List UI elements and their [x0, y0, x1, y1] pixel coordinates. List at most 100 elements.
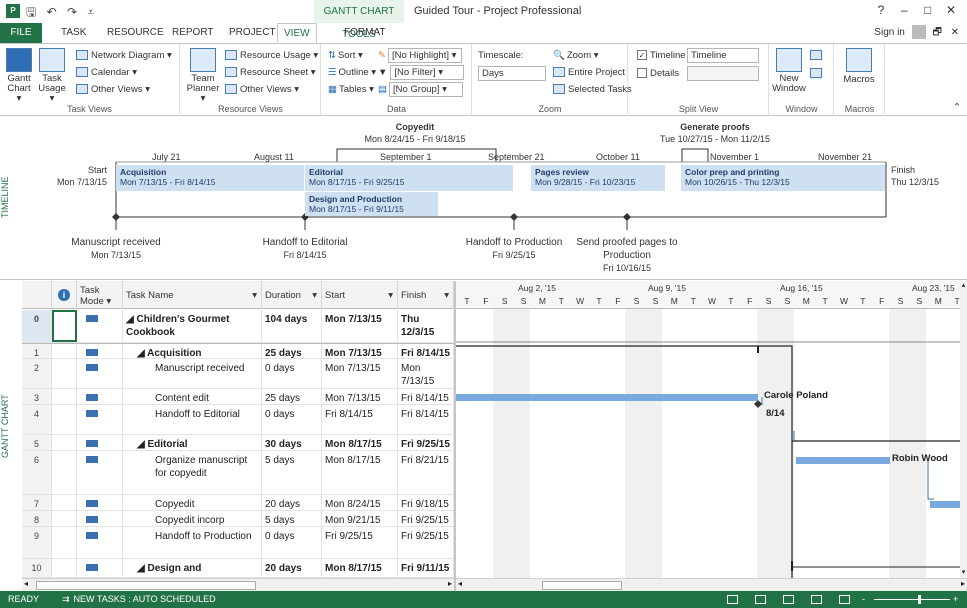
highlight-dropdown[interactable]: ✎ [No Highlight] ▾: [378, 48, 462, 63]
scroll-left-icon[interactable]: ◂: [458, 579, 462, 588]
task-usage-button[interactable]: Task Usage ▾: [38, 48, 66, 104]
chart-scroll-thumb[interactable]: [542, 581, 622, 590]
redo-icon[interactable]: ↷: [67, 5, 77, 19]
scroll-down-icon[interactable]: ▾: [960, 568, 967, 576]
timeline-bar-pages-review[interactable]: Pages review Mon 9/28/15 - Fri 10/23/15: [531, 165, 665, 191]
header-start[interactable]: Start ▾: [322, 281, 398, 309]
resource-sheet-button[interactable]: Resource Sheet ▾: [225, 67, 316, 78]
timeline-bar-editorial[interactable]: Editorial Mon 8/17/15 - Fri 9/25/15: [305, 165, 513, 191]
table-row[interactable]: 7 Copyedit 20 days Mon 8/24/15 Fri 9/18/…: [22, 495, 454, 511]
entire-project-button[interactable]: Entire Project: [553, 67, 625, 78]
timeline-view-dropdown[interactable]: Timeline: [687, 48, 759, 63]
table-row[interactable]: 4 Handoff to Editorial 0 days Fri 8/14/1…: [22, 405, 454, 435]
table-row[interactable]: 8 Copyedit incorp 5 days Mon 9/21/15 Fri…: [22, 511, 454, 527]
header-task-name[interactable]: Task Name ▾: [123, 281, 262, 309]
view-resource-sheet-icon[interactable]: [811, 591, 825, 608]
tab-format[interactable]: FORMAT: [338, 23, 391, 43]
tab-task[interactable]: TASK: [55, 23, 92, 43]
scroll-left-icon[interactable]: ◂: [24, 579, 28, 588]
restore-button[interactable]: □: [918, 3, 938, 17]
scroll-right-icon[interactable]: ▸: [961, 579, 965, 588]
zoom-out-button[interactable]: -: [862, 591, 865, 608]
scroll-up-icon[interactable]: ▴: [960, 281, 967, 289]
task-bar-organize[interactable]: [796, 457, 890, 464]
tab-report[interactable]: REPORT: [166, 23, 220, 43]
timeline-bar-design[interactable]: Design and Production Mon 8/17/15 - Fri …: [305, 192, 438, 216]
tab-resource[interactable]: RESOURCE: [101, 23, 170, 43]
avatar[interactable]: [911, 25, 926, 40]
macros-button[interactable]: Macros: [839, 48, 879, 85]
header-finish[interactable]: Finish ▾: [398, 281, 454, 309]
chart-horizontal-scrollbar[interactable]: ◂ ▸: [456, 578, 967, 591]
collapse-ribbon-icon[interactable]: ⌃: [953, 102, 961, 113]
gantt-vertical-scrollbar[interactable]: ▴ ▾: [960, 281, 967, 578]
scroll-right-icon[interactable]: ▸: [448, 579, 452, 588]
customize-qat-icon[interactable]: ⩡: [87, 5, 94, 19]
header-info[interactable]: i: [52, 281, 77, 309]
sign-in-link[interactable]: Sign in: [874, 27, 905, 38]
group-dropdown[interactable]: ▤ [No Group] ▾: [378, 82, 463, 97]
sort-dropdown-icon[interactable]: ▾: [388, 290, 393, 301]
view-task-usage-icon[interactable]: [755, 591, 769, 608]
other-task-views-button[interactable]: Other Views ▾: [76, 84, 150, 95]
tab-project[interactable]: PROJECT: [223, 23, 282, 43]
view-team-planner-icon[interactable]: [783, 591, 797, 608]
table-row[interactable]: 3 Content edit 25 days Mon 7/13/15 Fri 8…: [22, 389, 454, 405]
view-gantt-icon[interactable]: [727, 591, 741, 608]
timeline-checkbox[interactable]: ✓ Timeline: [637, 50, 686, 61]
close-doc-icon[interactable]: ✕: [951, 27, 959, 38]
table-row[interactable]: 9 Handoff to Production 0 days Fri 9/25/…: [22, 527, 454, 559]
tab-view[interactable]: VIEW: [277, 23, 317, 43]
sort-dropdown-icon[interactable]: ▾: [444, 290, 449, 301]
close-button[interactable]: ✕: [941, 3, 961, 17]
table-scroll-thumb[interactable]: [36, 581, 256, 590]
hide-window-icon[interactable]: [810, 68, 825, 79]
task-bar-copyedit[interactable]: [930, 501, 960, 508]
zoom-button[interactable]: 🔍 Zoom ▾: [553, 50, 599, 61]
selected-tasks-button[interactable]: Selected Tasks: [553, 84, 632, 95]
tables-button[interactable]: ▦ Tables ▾: [328, 84, 374, 95]
table-row[interactable]: 0 ◢ Children's Gourmet Cookbook 104 days…: [22, 310, 454, 343]
outline-button[interactable]: ☰ Outline ▾: [328, 67, 376, 78]
gantt-chart-button[interactable]: Gantt Chart ▾: [6, 48, 32, 104]
timeline-bar-color-prep[interactable]: Color prep and printing Mon 10/26/15 - T…: [681, 165, 885, 191]
new-window-button[interactable]: New Window: [772, 48, 806, 94]
table-horizontal-scrollbar[interactable]: ◂ ▸: [22, 578, 454, 591]
timescale-dropdown[interactable]: Days: [478, 66, 546, 81]
other-resource-views-button[interactable]: Other Views ▾: [225, 84, 299, 95]
zoom-slider[interactable]: [874, 599, 950, 600]
info-cell[interactable]: [52, 310, 77, 342]
help-button[interactable]: ?: [871, 3, 891, 17]
task-bar-content-edit[interactable]: [456, 394, 758, 401]
undo-icon[interactable]: ↶: [47, 5, 57, 19]
view-report-icon[interactable]: [839, 591, 853, 608]
arrange-all-icon[interactable]: [810, 50, 825, 61]
details-checkbox[interactable]: Details: [637, 68, 679, 79]
new-tasks-mode[interactable]: ⇉ NEW TASKS : AUTO SCHEDULED: [62, 591, 216, 608]
ribbon-display-icon[interactable]: 🗗: [932, 27, 941, 38]
filter-dropdown[interactable]: ▼ [No Filter] ▾: [378, 65, 465, 80]
sort-button[interactable]: ⇅ Sort ▾: [328, 50, 363, 61]
resource-usage-button[interactable]: Resource Usage ▾: [225, 50, 318, 61]
table-row[interactable]: 2 Manuscript received 0 days Mon 7/13/15…: [22, 359, 454, 389]
zoom-slider-thumb[interactable]: [918, 595, 921, 604]
header-duration[interactable]: Duration ▾: [262, 281, 322, 309]
header-row-id[interactable]: [22, 281, 52, 309]
table-row[interactable]: 1 ◢ Acquisition 25 days Mon 7/13/15 Fri …: [22, 343, 454, 359]
team-planner-button[interactable]: Team Planner ▾: [185, 48, 221, 104]
details-view-dropdown[interactable]: [687, 66, 759, 81]
sort-dropdown-icon[interactable]: ▾: [312, 290, 317, 301]
sign-in-area[interactable]: Sign in 🗗 ✕: [874, 23, 959, 43]
zoom-in-button[interactable]: +: [953, 591, 958, 608]
sort-dropdown-icon[interactable]: ▾: [252, 290, 257, 301]
save-icon[interactable]: 🖫: [26, 5, 36, 19]
network-diagram-button[interactable]: Network Diagram ▾: [76, 50, 172, 61]
calendar-button[interactable]: Calendar ▾: [76, 67, 137, 78]
tab-file[interactable]: FILE: [0, 23, 42, 43]
header-task-mode[interactable]: Task Mode ▾: [77, 281, 123, 309]
table-row[interactable]: 6 Organize manuscript for copyedit 5 day…: [22, 451, 454, 495]
timeline-bar-acquisition[interactable]: Acquisition Mon 7/13/15 - Fri 8/14/15: [116, 165, 304, 191]
table-row[interactable]: 5 ◢ Editorial 30 days Mon 8/17/15 Fri 9/…: [22, 435, 454, 451]
minimize-button[interactable]: –: [894, 3, 914, 17]
table-row[interactable]: 10 ◢ Design and 20 days Mon 8/17/15 Fri …: [22, 559, 454, 578]
